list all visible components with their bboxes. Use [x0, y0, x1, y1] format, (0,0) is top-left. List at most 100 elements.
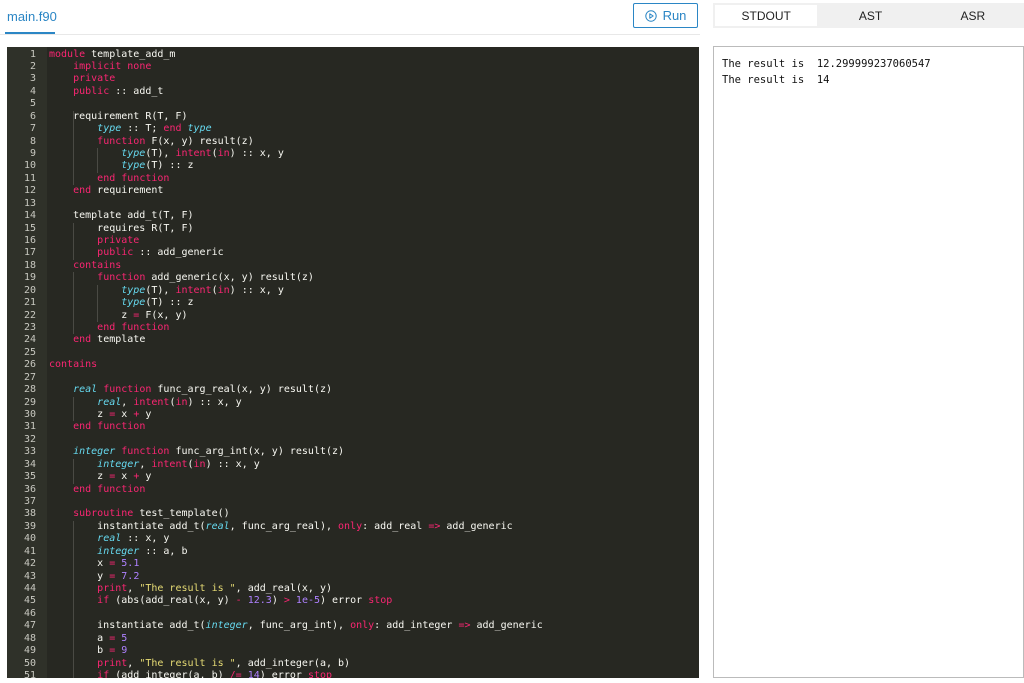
code-text: function add_generic(x, y) result(z) — [97, 272, 314, 284]
code-line[interactable]: 47 instantiate add_t(integer, func_arg_i… — [7, 620, 699, 632]
tab-asr[interactable]: ASR — [922, 3, 1024, 28]
indent-guide — [73, 458, 75, 484]
line-number: 46 — [23, 607, 36, 619]
code-line[interactable]: 15 requires R(T, F) — [7, 223, 699, 235]
code-line[interactable]: 32 — [7, 434, 699, 446]
code-line[interactable]: 16 private — [7, 235, 699, 247]
line-number: 38 — [23, 508, 36, 520]
code-line[interactable]: 38 subroutine test_template() — [7, 508, 699, 520]
code-line[interactable]: 30 z = x + y — [7, 409, 699, 421]
tab-stdout[interactable]: STDOUT — [715, 5, 818, 26]
code-line[interactable]: 40 real :: x, y — [7, 533, 699, 545]
code-line[interactable]: 46 — [7, 608, 699, 620]
code-line[interactable]: 34 integer, intent(in) :: x, y — [7, 459, 699, 471]
tab-ast[interactable]: AST — [819, 3, 921, 28]
code-text: template add_t(T, F) — [49, 210, 194, 222]
line-number: 35 — [23, 471, 36, 483]
code-line[interactable]: 36 end function — [7, 484, 699, 496]
code-text: print, "The result is ", add_integer(a, … — [97, 657, 351, 669]
code-line[interactable]: 10 type(T) :: z — [7, 160, 699, 172]
code-text: integer function func_arg_int(x, y) resu… — [73, 446, 345, 458]
code-line[interactable]: 9 type(T), intent(in) :: x, y — [7, 148, 699, 160]
code-line[interactable]: 7 type :: T; end type — [7, 123, 699, 135]
line-number: 10 — [23, 160, 36, 172]
line-number: 47 — [23, 620, 36, 632]
line-number: 14 — [23, 210, 36, 222]
line-number: 44 — [23, 582, 36, 594]
code-text: y = 7.2 — [49, 570, 140, 582]
line-number: 18 — [23, 259, 36, 271]
line-number: 30 — [23, 408, 36, 420]
run-button[interactable]: Run — [633, 3, 698, 28]
line-number: 34 — [23, 458, 36, 470]
code-line[interactable]: 5 — [7, 98, 699, 110]
code-line[interactable]: 35 z = x + y — [7, 471, 699, 483]
code-line[interactable]: 29 real, intent(in) :: x, y — [7, 397, 699, 409]
code-text: z = x + y — [49, 471, 152, 483]
code-line[interactable]: 42 x = 5.1 — [7, 558, 699, 570]
code-line[interactable]: 37 — [7, 496, 699, 508]
code-line[interactable]: 18 contains — [7, 260, 699, 272]
line-number: 9 — [29, 147, 36, 159]
code-line[interactable]: 26 contains — [7, 359, 699, 371]
code-text: if (add_integer(a, b) /= 14) error stop — [97, 670, 333, 678]
indent-guide — [73, 396, 75, 422]
code-line[interactable]: 41 integer :: a, b — [7, 546, 699, 558]
line-number: 2 — [29, 60, 36, 72]
code-line[interactable]: 4 public :: add_t — [7, 86, 699, 98]
code-line[interactable]: 17 public :: add_generic — [7, 247, 699, 259]
code-line[interactable]: 39 instantiate add_t(real, func_arg_real… — [7, 521, 699, 533]
code-text: end template — [73, 334, 146, 346]
code-text: x = 5.1 — [49, 558, 140, 570]
code-text: type(T) :: z — [121, 297, 194, 309]
run-button-label: Run — [662, 8, 687, 23]
code-text: type(T), intent(in) :: x, y — [121, 147, 284, 159]
code-line[interactable]: 24 end template — [7, 334, 699, 346]
code-text: type(T), intent(in) :: x, y — [121, 284, 284, 296]
code-text: integer, intent(in) :: x, y — [97, 458, 260, 470]
code-line[interactable]: 11 end function — [7, 173, 699, 185]
code-line[interactable]: 27 — [7, 372, 699, 384]
line-number: 36 — [23, 483, 36, 495]
line-number: 11 — [23, 172, 36, 184]
code-line[interactable]: 19 function add_generic(x, y) result(z) — [7, 272, 699, 284]
code-line[interactable]: 12 end requirement — [7, 185, 699, 197]
file-tab-main-f90[interactable]: main.f90 — [7, 9, 57, 24]
code-line[interactable]: 3 private — [7, 73, 699, 85]
code-line[interactable]: 28 real function func_arg_real(x, y) res… — [7, 384, 699, 396]
code-line[interactable]: 1 module template_add_m — [7, 49, 699, 61]
code-line[interactable]: 43 y = 7.2 — [7, 571, 699, 583]
code-line[interactable]: 44 print, "The result is ", add_real(x, … — [7, 583, 699, 595]
indent-guide — [73, 520, 75, 678]
code-text: z = F(x, y) — [49, 309, 188, 321]
code-line[interactable]: 48 a = 5 — [7, 633, 699, 645]
code-line[interactable]: 22 z = F(x, y) — [7, 310, 699, 322]
code-line[interactable]: 6 requirement R(T, F) — [7, 111, 699, 123]
code-line[interactable]: 45 if (abs(add_real(x, y) - 12.3) > 1e-5… — [7, 595, 699, 607]
code-line[interactable]: 33 integer function func_arg_int(x, y) r… — [7, 446, 699, 458]
code-text: end function — [73, 483, 146, 495]
line-number: 22 — [23, 309, 36, 321]
indent-guide — [97, 284, 99, 322]
code-line[interactable]: 14 template add_t(T, F) — [7, 210, 699, 222]
line-number: 4 — [29, 85, 36, 97]
code-line[interactable]: 51 if (add_integer(a, b) /= 14) error st… — [7, 670, 699, 678]
code-line[interactable]: 13 — [7, 198, 699, 210]
code-line[interactable]: 49 b = 9 — [7, 645, 699, 657]
code-line[interactable]: 23 end function — [7, 322, 699, 334]
code-editor[interactable]: 1 module template_add_m 2 implicit none 3 p… — [7, 47, 699, 678]
line-number: 21 — [23, 297, 36, 309]
code-line[interactable]: 8 function F(x, y) result(z) — [7, 136, 699, 148]
code-line[interactable]: 21 type(T) :: z — [7, 297, 699, 309]
line-number: 37 — [23, 495, 36, 507]
code-line[interactable]: 2 implicit none — [7, 61, 699, 73]
line-number: 51 — [23, 670, 36, 678]
code-text: module template_add_m — [49, 48, 176, 60]
code-text: subroutine test_template() — [73, 508, 230, 520]
code-line[interactable]: 31 end function — [7, 421, 699, 433]
code-line[interactable]: 20 type(T), intent(in) :: x, y — [7, 285, 699, 297]
code-text: instantiate add_t(real, func_arg_real), … — [49, 520, 513, 532]
code-line[interactable]: 25 — [7, 347, 699, 359]
line-number: 12 — [23, 185, 36, 197]
code-line[interactable]: 50 print, "The result is ", add_integer(… — [7, 658, 699, 670]
